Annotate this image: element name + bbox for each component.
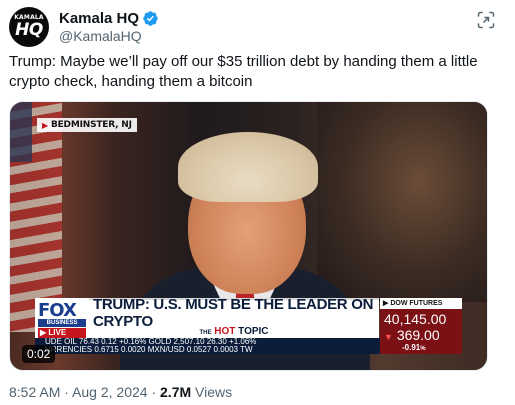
views-count[interactable]: 2.7M bbox=[160, 384, 191, 400]
channel-sub: BUSINESS bbox=[38, 319, 86, 327]
hot-topic-topic: TOPIC bbox=[238, 326, 269, 337]
news-chyron: FOX BUSINESS ▶ LIVE TRUMP: U.S. MUST BE … bbox=[35, 296, 487, 364]
dow-value: 40,145.00 bbox=[384, 311, 447, 327]
down-arrow-icon: ▼ bbox=[384, 332, 393, 342]
hot-topic-hot: HOT bbox=[214, 326, 236, 337]
live-label: LIVE bbox=[48, 328, 67, 337]
channel-logo: FOX bbox=[38, 300, 77, 321]
meta-separator: · bbox=[60, 384, 73, 400]
tweet-header: KAMALA HQ Kamala HQ @KamalaHQ bbox=[9, 7, 506, 47]
speaker-hair bbox=[178, 132, 318, 202]
background-wall bbox=[317, 102, 487, 302]
hot-topic-the: THE bbox=[199, 330, 212, 336]
tweet-meta: 8:52 AM · Aug 2, 2024 · 2.7M Views bbox=[9, 384, 232, 400]
avatar-text-main: HQ bbox=[15, 20, 43, 40]
avatar[interactable]: KAMALA HQ bbox=[9, 7, 49, 47]
chyron-headline: TRUMP: U.S. MUST BE THE LEADER ON CRYPTO bbox=[89, 296, 379, 330]
verified-badge-icon bbox=[143, 10, 158, 26]
location-tag: ▶ BEDMINSTER, NJ bbox=[37, 118, 137, 132]
dow-label: ▶ DOW FUTURES bbox=[380, 298, 462, 309]
views-label: Views bbox=[191, 384, 233, 400]
video-player[interactable]: ▶ BEDMINSTER, NJ FOX BUSINESS ▶ LIVE TRU… bbox=[9, 101, 488, 371]
dow-pct: -0.91% bbox=[402, 343, 426, 352]
video-time-badge: 0:02 bbox=[22, 345, 56, 363]
location-text: BEDMINSTER, NJ bbox=[50, 120, 132, 130]
dow-futures-box: ▶ DOW FUTURES 40,145.00 ▼ 369.00 -0.91% bbox=[380, 298, 462, 354]
channel-logo-box: FOX BUSINESS ▶ LIVE bbox=[35, 298, 89, 338]
ticker-row-2: URRENCIES 0.6715 0.0020 MXN/USD 0.0527 0… bbox=[45, 345, 253, 354]
dow-change: ▼ 369.00 bbox=[384, 327, 440, 343]
grok-icon[interactable] bbox=[476, 10, 496, 30]
tweet-text: Trump: Maybe we’ll pay off our $35 trill… bbox=[9, 53, 478, 90]
market-ticker: UDE OIL 76.43 0.12 +0.16% GOLD 2,507.10 … bbox=[35, 338, 380, 354]
display-name[interactable]: Kamala HQ bbox=[59, 10, 139, 27]
name-row: Kamala HQ bbox=[59, 9, 159, 27]
tweet-date[interactable]: Aug 2, 2024 bbox=[72, 384, 148, 400]
tweet-time[interactable]: 8:52 AM bbox=[9, 384, 60, 400]
meta-separator-2: · bbox=[147, 384, 161, 400]
location-arrow-icon: ▶ bbox=[42, 120, 48, 130]
flag-canton bbox=[10, 102, 32, 162]
handle[interactable]: @KamalaHQ bbox=[59, 28, 142, 44]
